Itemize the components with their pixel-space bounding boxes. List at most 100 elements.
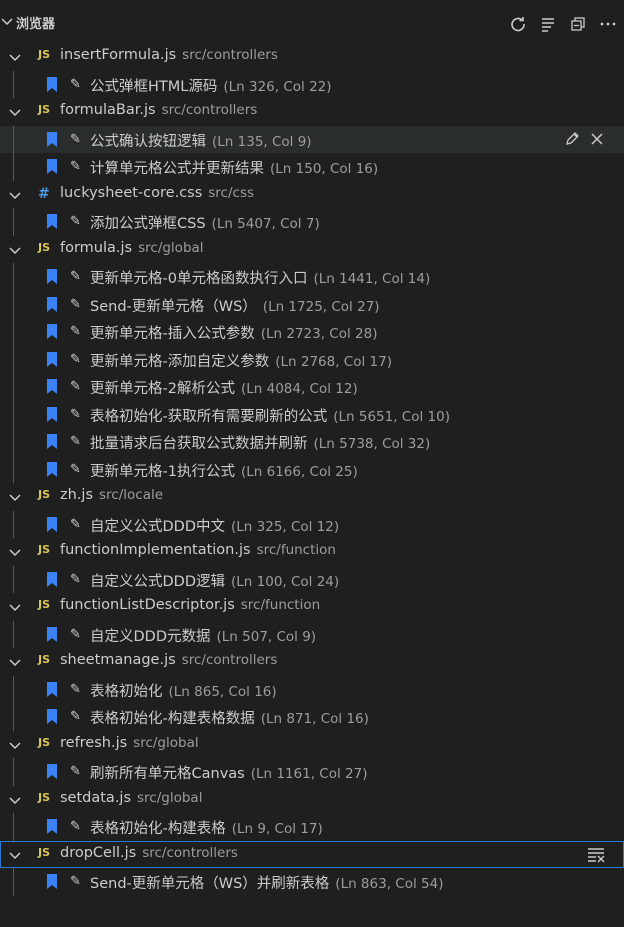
bookmark-icon — [47, 571, 57, 587]
file-row[interactable]: JS functionImplementation.js src/function — [0, 538, 624, 566]
bookmark-item[interactable]: ✎ 更新单元格-0单元格函数执行入口 (Ln 1441, Col 14) — [0, 263, 624, 291]
chevron-down-icon[interactable] — [8, 655, 22, 669]
js-file-icon: JS — [38, 653, 51, 666]
bookmark-item[interactable]: ✎ 更新单元格-1执行公式 (Ln 6166, Col 25) — [0, 455, 624, 483]
bookmark-text: 公式确认按钮逻辑 — [90, 133, 206, 150]
bookmark-position: (Ln 5738, Col 32) — [313, 436, 431, 452]
bookmark-text: 更新单元格-2解析公式 — [90, 381, 235, 397]
bookmark-label: 计算单元格公式并更新结果 (Ln 150, Col 16) — [90, 157, 378, 178]
bookmark-item[interactable]: ✎ 更新单元格-2解析公式 (Ln 4084, Col 12) — [0, 373, 624, 401]
bookmark-item[interactable]: ✎ 公式确认按钮逻辑 (Ln 135, Col 9) — [0, 125, 624, 153]
bookmark-item[interactable]: ✎ 更新单元格-添加自定义参数 (Ln 2768, Col 17) — [0, 345, 624, 373]
js-file-icon: JS — [38, 790, 51, 804]
js-file-icon: JS — [38, 543, 51, 556]
file-path: src/controllers — [161, 102, 258, 118]
bookmark-item[interactable]: ✎ 更新单元格-插入公式参数 (Ln 2723, Col 28) — [0, 318, 624, 346]
bookmark-icon — [47, 351, 57, 367]
bookmark-icon — [47, 76, 57, 92]
pencil-icon: ✎ — [70, 76, 81, 92]
pencil-icon: ✎ — [70, 379, 81, 394]
chevron-down-icon[interactable] — [8, 50, 22, 64]
bookmark-item[interactable]: ✎ 自定义公式DDD中文 (Ln 325, Col 12) — [0, 510, 624, 538]
bookmark-text: 更新单元格-0单元格函数执行入口 — [90, 271, 308, 287]
pencil-icon: ✎ — [70, 571, 81, 587]
bookmark-position: (Ln 863, Col 54) — [335, 876, 444, 892]
bookmark-item[interactable]: ✎ 表格初始化 (Ln 865, Col 16) — [0, 675, 624, 703]
bookmark-item[interactable]: ✎ 计算单元格公式并更新结果 (Ln 150, Col 16) — [0, 153, 624, 181]
bookmark-item[interactable]: ✎ Send-更新单元格（WS）并刷新表格 (Ln 863, Col 54) — [0, 868, 624, 896]
chevron-down-icon[interactable] — [8, 848, 22, 862]
chevron-down-icon[interactable] — [8, 793, 22, 807]
panel-header[interactable]: 浏览器 — [0, 0, 624, 43]
file-label: dropCell.js src/controllers — [60, 845, 238, 861]
pencil-glyph — [566, 131, 579, 145]
bookmark-item[interactable]: ✎ 批量请求后台获取公式数据并刷新 (Ln 5738, Col 32) — [0, 428, 624, 456]
file-name: insertFormula.js — [60, 47, 177, 63]
open-editors-icon[interactable] — [568, 14, 588, 34]
file-label: sheetmanage.js src/controllers — [60, 652, 277, 668]
chevron-down-icon[interactable] — [8, 243, 22, 257]
file-row[interactable]: JS dropCell.js src/controllers — [0, 840, 624, 868]
refresh-icon[interactable] — [508, 14, 528, 34]
file-name: zh.js — [60, 487, 93, 503]
collapse-all-icon[interactable] — [538, 14, 558, 34]
bookmark-position: (Ln 5651, Col 10) — [333, 408, 450, 425]
bookmark-icon — [47, 626, 57, 642]
pencil-icon: ✎ — [70, 764, 81, 779]
tree-indent-guide — [13, 565, 14, 593]
file-row[interactable]: JS sheetmanage.js src/controllers — [0, 648, 624, 676]
pencil-icon: ✎ — [70, 269, 81, 284]
bookmark-label: 自定义公式DDD逻辑 (Ln 100, Col 24) — [90, 570, 339, 591]
file-row[interactable]: JS setdata.js src/global — [0, 786, 624, 814]
bookmark-item[interactable]: ✎ 公式弹框HTML源码 (Ln 326, Col 22) — [0, 70, 624, 98]
file-row[interactable]: JS formulaBar.js src/controllers — [0, 98, 624, 126]
file-row[interactable]: JS formula.js src/global — [0, 236, 624, 264]
bookmark-item[interactable]: ✎ 自定义公式DDD逻辑 (Ln 100, Col 24) — [0, 565, 624, 593]
bookmark-icon — [47, 764, 57, 779]
file-path: src/controllers — [182, 47, 278, 63]
bookmark-item[interactable]: ✎ 表格初始化-构建表格 (Ln 9, Col 17) — [0, 813, 624, 841]
bookmark-icon — [47, 434, 57, 449]
bookmark-text: 更新单元格-插入公式参数 — [90, 326, 255, 342]
chevron-down-icon[interactable] — [8, 600, 22, 614]
file-path: src/global — [133, 734, 199, 751]
more-icon[interactable] — [598, 14, 618, 34]
bookmark-item[interactable]: ✎ 刷新所有单元格Canvas (Ln 1161, Col 27) — [0, 758, 624, 786]
file-row[interactable]: JS zh.js src/locale — [0, 483, 624, 511]
chevron-down-icon[interactable] — [0, 13, 14, 29]
close-icon[interactable] — [588, 130, 606, 148]
file-path: src/function — [240, 597, 321, 613]
bookmark-item[interactable]: ✎ 自定义DDD元数据 (Ln 507, Col 9) — [0, 620, 624, 648]
bookmark-icon — [47, 516, 57, 532]
js-file-icon: JS — [38, 48, 51, 61]
close-glyph — [591, 132, 603, 145]
file-row[interactable]: # luckysheet-core.css src/css — [0, 181, 624, 209]
file-row[interactable]: JS refresh.js src/global — [0, 731, 624, 759]
file-label: functionImplementation.js src/function — [60, 542, 336, 558]
file-label: formulaBar.js src/controllers — [60, 102, 257, 118]
file-row[interactable]: JS insertFormula.js src/controllers — [0, 43, 624, 71]
chevron-down-icon[interactable] — [8, 490, 22, 504]
pencil-icon: ✎ — [70, 351, 81, 367]
bookmark-icon — [47, 159, 57, 174]
file-label: functionListDescriptor.js src/function — [60, 597, 320, 613]
tree-indent-guide — [13, 703, 14, 731]
bookmark-item[interactable]: ✎ 表格初始化-构建表格数据 (Ln 871, Col 16) — [0, 703, 624, 731]
bookmark-item[interactable]: ✎ 表格初始化-获取所有需要刷新的公式 (Ln 5651, Col 10) — [0, 400, 624, 428]
bookmark-position: (Ln 865, Col 16) — [168, 683, 277, 700]
bookmark-position: (Ln 871, Col 16) — [260, 711, 369, 727]
bookmark-item[interactable]: ✎ Send-更新单元格（WS） (Ln 1725, Col 27) — [0, 290, 624, 318]
js-file-icon: JS — [38, 598, 51, 611]
edit-pencil-icon[interactable] — [563, 130, 581, 148]
bookmark-position: (Ln 1725, Col 27) — [262, 298, 380, 315]
bookmark-text: 批量请求后台获取公式数据并刷新 — [90, 436, 308, 452]
file-label: insertFormula.js src/controllers — [60, 47, 278, 63]
chevron-down-icon[interactable] — [8, 738, 22, 752]
chevron-down-icon[interactable] — [8, 188, 22, 202]
bookmark-position: (Ln 2768, Col 17) — [275, 353, 392, 370]
clear-all-icon[interactable] — [587, 845, 605, 863]
bookmark-item[interactable]: ✎ 添加公式弹框CSS (Ln 5407, Col 7) — [0, 208, 624, 236]
file-row[interactable]: JS functionListDescriptor.js src/function — [0, 593, 624, 621]
chevron-down-icon[interactable] — [8, 545, 22, 559]
chevron-down-icon[interactable] — [8, 105, 22, 119]
